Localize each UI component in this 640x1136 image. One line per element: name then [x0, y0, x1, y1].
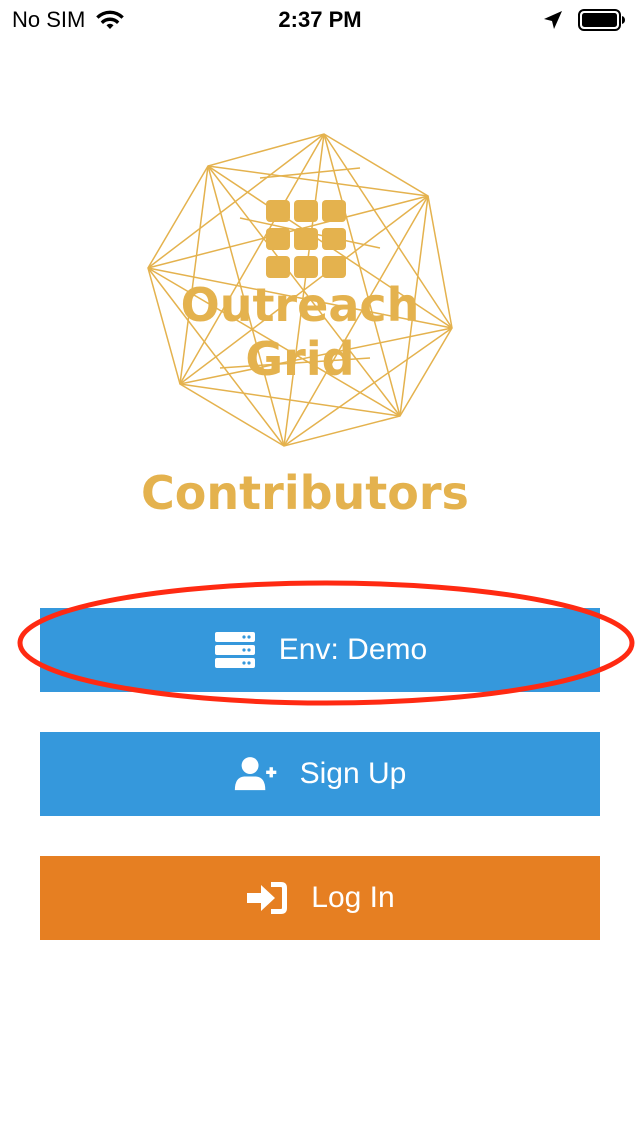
server-icon: [213, 630, 257, 670]
sign-up-button[interactable]: Sign Up: [40, 732, 600, 816]
status-right: [542, 8, 626, 32]
user-plus-icon: [234, 754, 278, 794]
app-subtitle: Contributors: [141, 466, 469, 520]
env-button[interactable]: Env: Demo: [40, 608, 600, 692]
status-bar: No SIM 2:37 PM: [0, 0, 640, 40]
env-button-label: Env: Demo: [278, 633, 428, 666]
logo-title: Outreach Grid: [180, 278, 420, 386]
log-in-button-label: Log In: [311, 881, 395, 914]
location-arrow-icon: [544, 11, 562, 29]
sign-up-button-label: Sign Up: [299, 757, 407, 790]
sign-in-icon: [245, 878, 289, 918]
battery-icon: [578, 9, 625, 31]
log-in-button[interactable]: Log In: [40, 856, 600, 940]
app-logo: Outreach Grid: [120, 128, 480, 458]
